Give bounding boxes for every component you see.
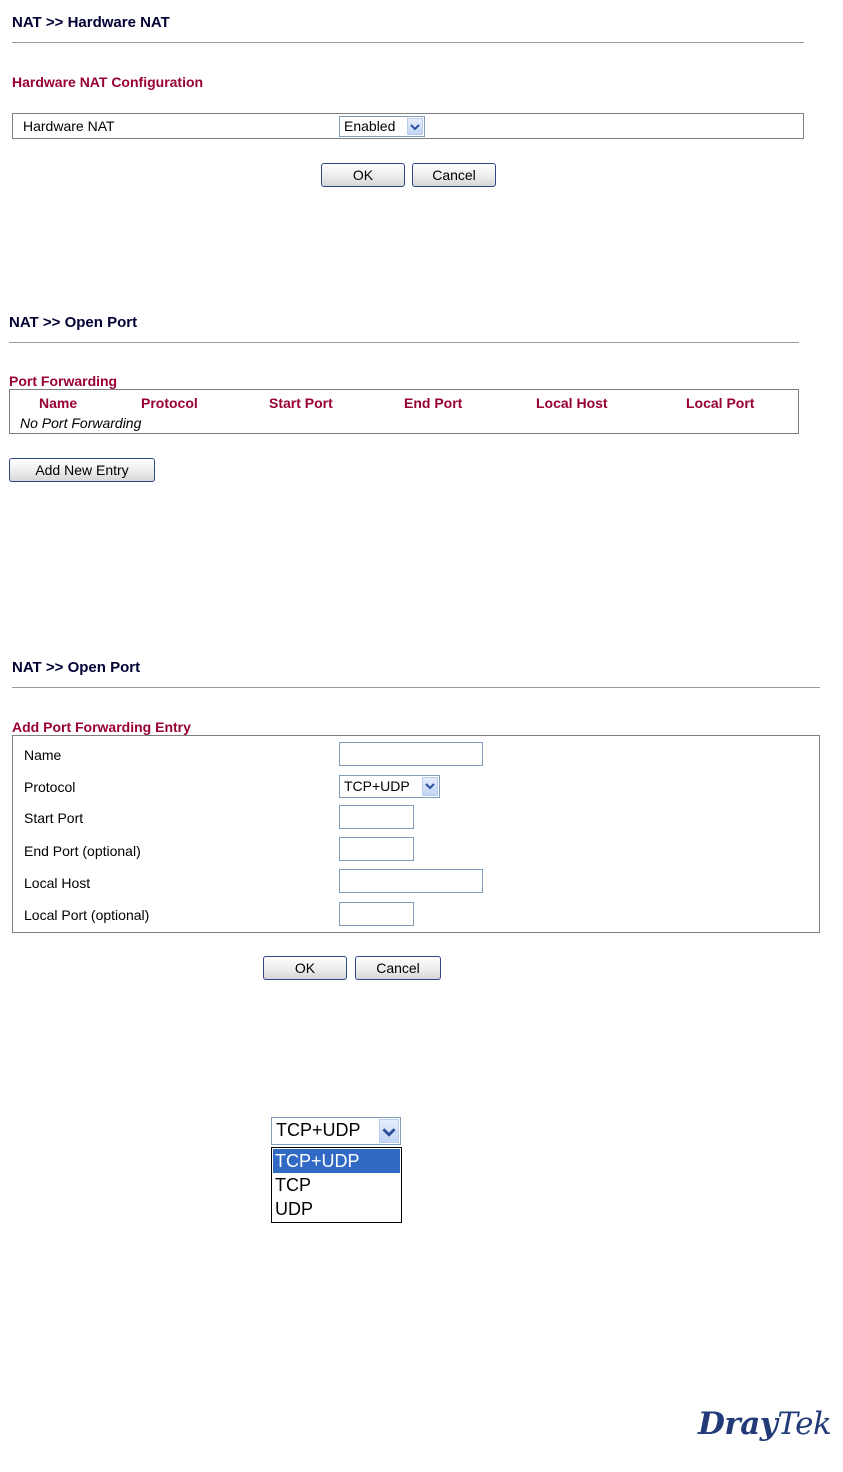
logo-dray: Dray — [698, 1406, 778, 1442]
hardware-nat-label: Hardware NAT — [23, 118, 115, 134]
open-port-title: NAT >> Open Port — [9, 314, 138, 331]
column-header-start-port: Start Port — [269, 395, 333, 411]
open-port-add-title: NAT >> Open Port — [12, 659, 141, 676]
column-header-name: Name — [39, 395, 78, 411]
cancel-button[interactable]: Cancel — [412, 163, 496, 187]
chevron-down-icon[interactable] — [407, 118, 423, 135]
chevron-down-icon[interactable] — [422, 777, 438, 796]
name-input[interactable] — [339, 742, 483, 766]
local-host-input[interactable] — [339, 869, 483, 893]
local-port-label: Local Port (optional) — [24, 907, 150, 923]
hardware-nat-config-heading: Hardware NAT Configuration — [12, 74, 204, 90]
dropdown-option[interactable]: TCP — [273, 1173, 400, 1197]
local-host-label: Local Host — [24, 875, 91, 891]
column-header-local-host: Local Host — [536, 395, 608, 411]
chevron-down-icon[interactable] — [379, 1119, 399, 1143]
name-label: Name — [24, 747, 62, 763]
protocol-dropdown-list: TCP+UDP TCP UDP — [271, 1147, 402, 1223]
empty-table-message: No Port Forwarding — [20, 415, 142, 431]
hardware-nat-select-value: Enabled — [344, 118, 396, 134]
end-port-label: End Port (optional) — [24, 843, 141, 859]
local-port-input[interactable] — [339, 902, 414, 926]
add-port-forwarding-form: Name Protocol TCP+UDP Start Port End Por… — [12, 735, 820, 933]
hardware-nat-select[interactable]: Enabled — [339, 116, 425, 137]
start-port-input[interactable] — [339, 805, 414, 829]
column-header-local-port: Local Port — [686, 395, 755, 411]
port-forwarding-heading: Port Forwarding — [9, 373, 118, 389]
hardware-nat-title: NAT >> Hardware NAT — [12, 14, 170, 31]
add-port-forwarding-heading: Add Port Forwarding Entry — [12, 719, 191, 735]
logo-tek: Tek — [777, 1406, 832, 1442]
protocol-label: Protocol — [24, 779, 76, 795]
dropdown-option[interactable]: TCP+UDP — [273, 1149, 400, 1173]
protocol-select[interactable]: TCP+UDP — [339, 775, 440, 798]
end-port-input[interactable] — [339, 837, 414, 861]
protocol-select-value: TCP+UDP — [344, 778, 410, 794]
hardware-nat-config-table: Hardware NAT Enabled — [12, 113, 804, 139]
ok-button[interactable]: OK — [321, 163, 405, 187]
dropdown-option[interactable]: UDP — [273, 1197, 400, 1221]
divider — [12, 687, 820, 688]
cancel-button[interactable]: Cancel — [355, 956, 441, 980]
start-port-label: Start Port — [24, 810, 84, 826]
draytek-logo: DrayTek — [698, 1406, 832, 1442]
protocol-dropdown-value: TCP+UDP — [276, 1120, 361, 1140]
port-forwarding-table: Name Protocol Start Port End Port Local … — [9, 389, 799, 434]
protocol-dropdown[interactable]: TCP+UDP — [271, 1117, 401, 1145]
column-header-protocol: Protocol — [141, 395, 198, 411]
column-header-end-port: End Port — [404, 395, 463, 411]
ok-button[interactable]: OK — [263, 956, 347, 980]
divider — [9, 342, 799, 343]
divider — [12, 42, 804, 43]
add-new-entry-button[interactable]: Add New Entry — [9, 458, 155, 482]
